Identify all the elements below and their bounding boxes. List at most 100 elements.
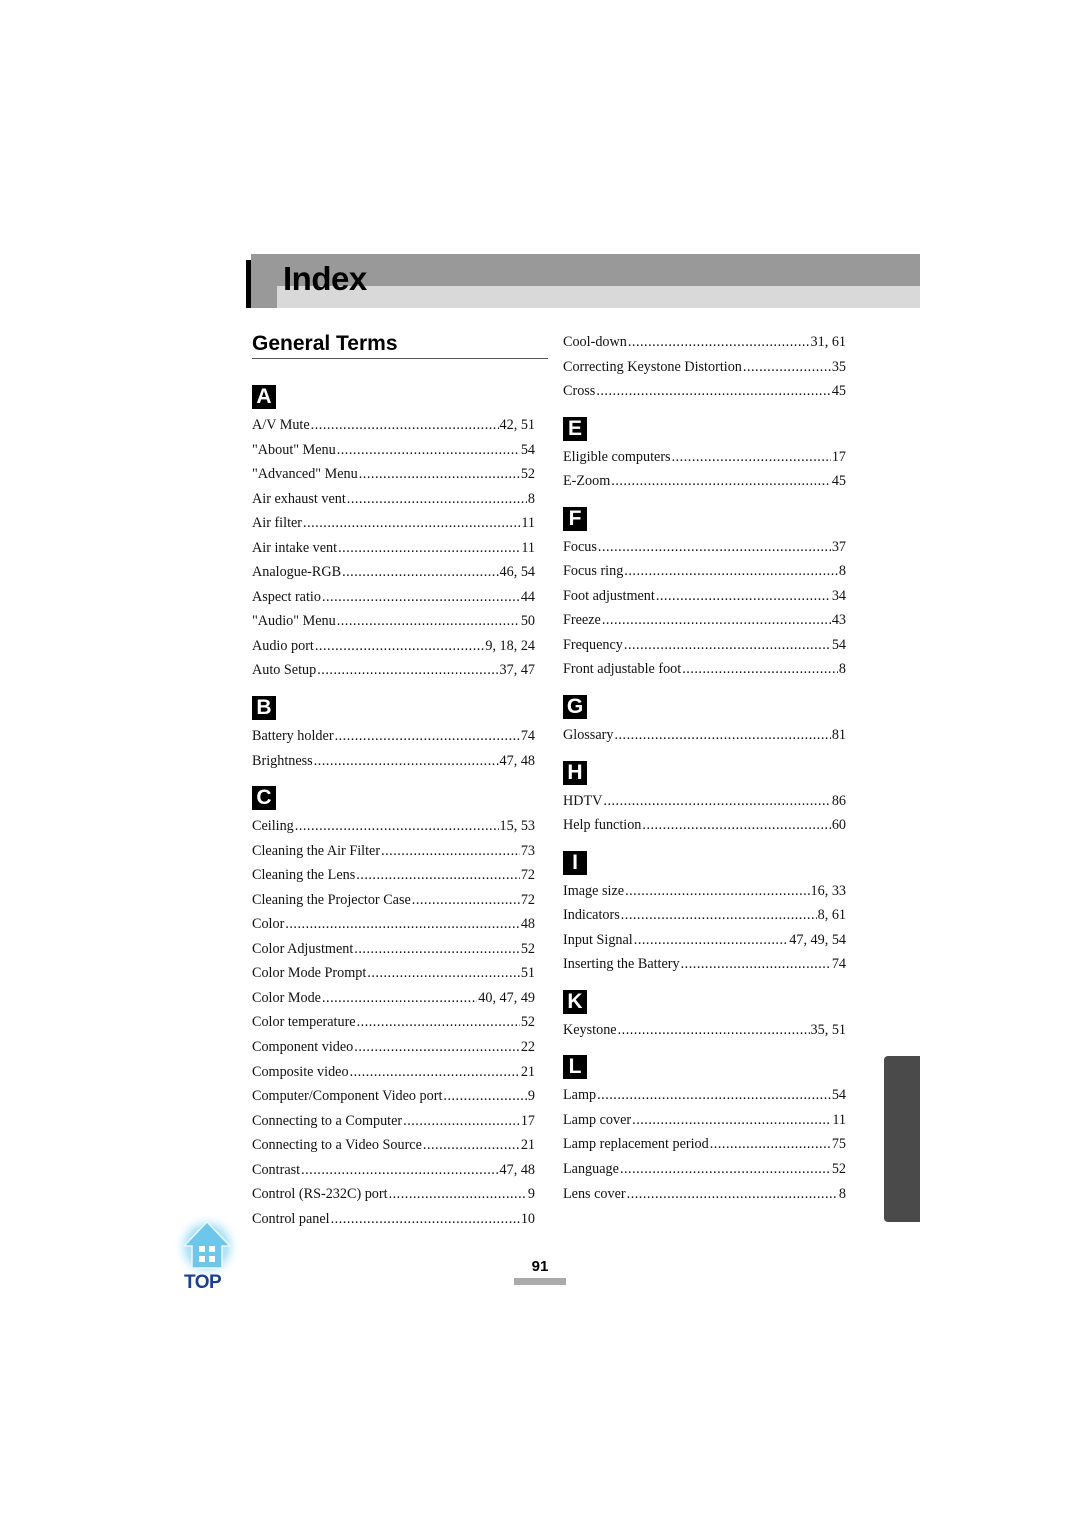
index-entry[interactable]: Lamp cover 11 bbox=[563, 1108, 846, 1133]
entry-pages[interactable]: 37, 47 bbox=[500, 658, 535, 683]
index-entry[interactable]: Focus ring 8 bbox=[563, 559, 846, 584]
index-entry[interactable]: Foot adjustment 34 bbox=[563, 584, 846, 609]
entry-pages[interactable]: 9 bbox=[528, 1084, 535, 1109]
entry-pages[interactable]: 16, 33 bbox=[811, 879, 846, 904]
entry-pages[interactable]: 40, 47, 49 bbox=[478, 986, 535, 1011]
entry-pages[interactable]: 47, 48 bbox=[500, 1158, 535, 1183]
index-entry[interactable]: E-Zoom 45 bbox=[563, 469, 846, 494]
entry-pages[interactable]: 8 bbox=[839, 657, 846, 682]
entry-pages[interactable]: 73 bbox=[521, 839, 535, 864]
index-entry[interactable]: Lens cover 8 bbox=[563, 1182, 846, 1207]
entry-pages[interactable]: 11 bbox=[521, 536, 535, 561]
entry-pages[interactable]: 10 bbox=[521, 1207, 535, 1232]
index-entry[interactable]: Ceiling 15, 53 bbox=[252, 814, 535, 839]
index-entry[interactable]: Lamp 54 bbox=[563, 1083, 846, 1108]
entry-pages[interactable]: 75 bbox=[832, 1132, 846, 1157]
entry-pages[interactable]: 8, 61 bbox=[818, 903, 846, 928]
entry-pages[interactable]: 54 bbox=[832, 633, 846, 658]
entry-pages[interactable]: 34 bbox=[832, 584, 846, 609]
index-entry[interactable]: Connecting to a Computer 17 bbox=[252, 1109, 535, 1134]
index-entry[interactable]: Air exhaust vent 8 bbox=[252, 487, 535, 512]
entry-pages[interactable]: 35, 51 bbox=[811, 1018, 846, 1043]
entry-pages[interactable]: 45 bbox=[832, 379, 846, 404]
entry-pages[interactable]: 72 bbox=[521, 888, 535, 913]
index-entry[interactable]: Color 48 bbox=[252, 912, 535, 937]
index-entry[interactable]: Contrast 47, 48 bbox=[252, 1158, 535, 1183]
index-entry[interactable]: Cross 45 bbox=[563, 379, 846, 404]
index-entry[interactable]: Auto Setup 37, 47 bbox=[252, 658, 535, 683]
entry-pages[interactable]: 72 bbox=[521, 863, 535, 888]
entry-pages[interactable]: 54 bbox=[521, 438, 535, 463]
index-entry[interactable]: Color Mode Prompt 51 bbox=[252, 961, 535, 986]
entry-pages[interactable]: 52 bbox=[832, 1157, 846, 1182]
index-entry[interactable]: Color Mode 40, 47, 49 bbox=[252, 986, 535, 1011]
entry-pages[interactable]: 35 bbox=[832, 355, 846, 380]
index-entry[interactable]: Freeze 43 bbox=[563, 608, 846, 633]
index-entry[interactable]: Indicators 8, 61 bbox=[563, 903, 846, 928]
index-entry[interactable]: "About" Menu 54 bbox=[252, 438, 535, 463]
entry-pages[interactable]: 21 bbox=[521, 1060, 535, 1085]
index-entry[interactable]: Control panel 10 bbox=[252, 1207, 535, 1232]
entry-pages[interactable]: 52 bbox=[521, 937, 535, 962]
entry-pages[interactable]: 37 bbox=[832, 535, 846, 560]
entry-pages[interactable]: 46, 54 bbox=[500, 560, 535, 585]
entry-pages[interactable]: 8 bbox=[839, 559, 846, 584]
index-entry[interactable]: Analogue-RGB 46, 54 bbox=[252, 560, 535, 585]
entry-pages[interactable]: 11 bbox=[521, 511, 535, 536]
entry-pages[interactable]: 54 bbox=[832, 1083, 846, 1108]
index-entry[interactable]: Frequency 54 bbox=[563, 633, 846, 658]
index-entry[interactable]: Front adjustable foot 8 bbox=[563, 657, 846, 682]
index-entry[interactable]: Eligible computers 17 bbox=[563, 445, 846, 470]
entry-pages[interactable]: 42, 51 bbox=[500, 413, 535, 438]
index-entry[interactable]: Glossary 81 bbox=[563, 723, 846, 748]
entry-pages[interactable]: 60 bbox=[832, 813, 846, 838]
entry-pages[interactable]: 48 bbox=[521, 912, 535, 937]
index-entry[interactable]: Air filter 11 bbox=[252, 511, 535, 536]
entry-pages[interactable]: 15, 53 bbox=[500, 814, 535, 839]
entry-pages[interactable]: 11 bbox=[832, 1108, 846, 1133]
entry-pages[interactable]: 51 bbox=[521, 961, 535, 986]
index-entry[interactable]: Brightness 47, 48 bbox=[252, 749, 535, 774]
index-entry[interactable]: Keystone 35, 51 bbox=[563, 1018, 846, 1043]
index-entry[interactable]: Composite video 21 bbox=[252, 1060, 535, 1085]
index-entry[interactable]: "Audio" Menu 50 bbox=[252, 609, 535, 634]
entry-pages[interactable]: 9, 18, 24 bbox=[485, 634, 535, 659]
index-entry[interactable]: Cleaning the Air Filter 73 bbox=[252, 839, 535, 864]
index-entry[interactable]: HDTV 86 bbox=[563, 789, 846, 814]
index-entry[interactable]: Aspect ratio 44 bbox=[252, 585, 535, 610]
index-entry[interactable]: Color temperature 52 bbox=[252, 1010, 535, 1035]
index-entry[interactable]: Color Adjustment 52 bbox=[252, 937, 535, 962]
index-entry[interactable]: A/V Mute 42, 51 bbox=[252, 413, 535, 438]
entry-pages[interactable]: 44 bbox=[521, 585, 535, 610]
index-entry[interactable]: Cleaning the Lens 72 bbox=[252, 863, 535, 888]
index-entry[interactable]: Cleaning the Projector Case 72 bbox=[252, 888, 535, 913]
index-entry[interactable]: Help function 60 bbox=[563, 813, 846, 838]
entry-pages[interactable]: 81 bbox=[832, 723, 846, 748]
entry-pages[interactable]: 21 bbox=[521, 1133, 535, 1158]
entry-pages[interactable]: 52 bbox=[521, 1010, 535, 1035]
index-entry[interactable]: Component video 22 bbox=[252, 1035, 535, 1060]
entry-pages[interactable]: 17 bbox=[832, 445, 846, 470]
index-entry[interactable]: Audio port 9, 18, 24 bbox=[252, 634, 535, 659]
entry-pages[interactable]: 86 bbox=[832, 789, 846, 814]
entry-pages[interactable]: 74 bbox=[832, 952, 846, 977]
index-entry[interactable]: Battery holder 74 bbox=[252, 724, 535, 749]
entry-pages[interactable]: 50 bbox=[521, 609, 535, 634]
entry-pages[interactable]: 45 bbox=[832, 469, 846, 494]
index-entry[interactable]: Image size 16, 33 bbox=[563, 879, 846, 904]
index-entry[interactable]: Air intake vent 11 bbox=[252, 536, 535, 561]
index-entry[interactable]: Inserting the Battery 74 bbox=[563, 952, 846, 977]
index-entry[interactable]: Focus 37 bbox=[563, 535, 846, 560]
entry-pages[interactable]: 17 bbox=[521, 1109, 535, 1134]
entry-pages[interactable]: 52 bbox=[521, 462, 535, 487]
index-entry[interactable]: Cool-down 31, 61 bbox=[563, 330, 846, 355]
entry-pages[interactable]: 8 bbox=[528, 487, 535, 512]
entry-pages[interactable]: 47, 49, 54 bbox=[789, 928, 846, 953]
index-entry[interactable]: Language 52 bbox=[563, 1157, 846, 1182]
index-entry[interactable]: Correcting Keystone Distortion 35 bbox=[563, 355, 846, 380]
entry-pages[interactable]: 22 bbox=[521, 1035, 535, 1060]
entry-pages[interactable]: 47, 48 bbox=[500, 749, 535, 774]
index-entry[interactable]: Lamp replacement period 75 bbox=[563, 1132, 846, 1157]
top-link[interactable]: TOP bbox=[172, 1216, 242, 1296]
entry-pages[interactable]: 8 bbox=[839, 1182, 846, 1207]
